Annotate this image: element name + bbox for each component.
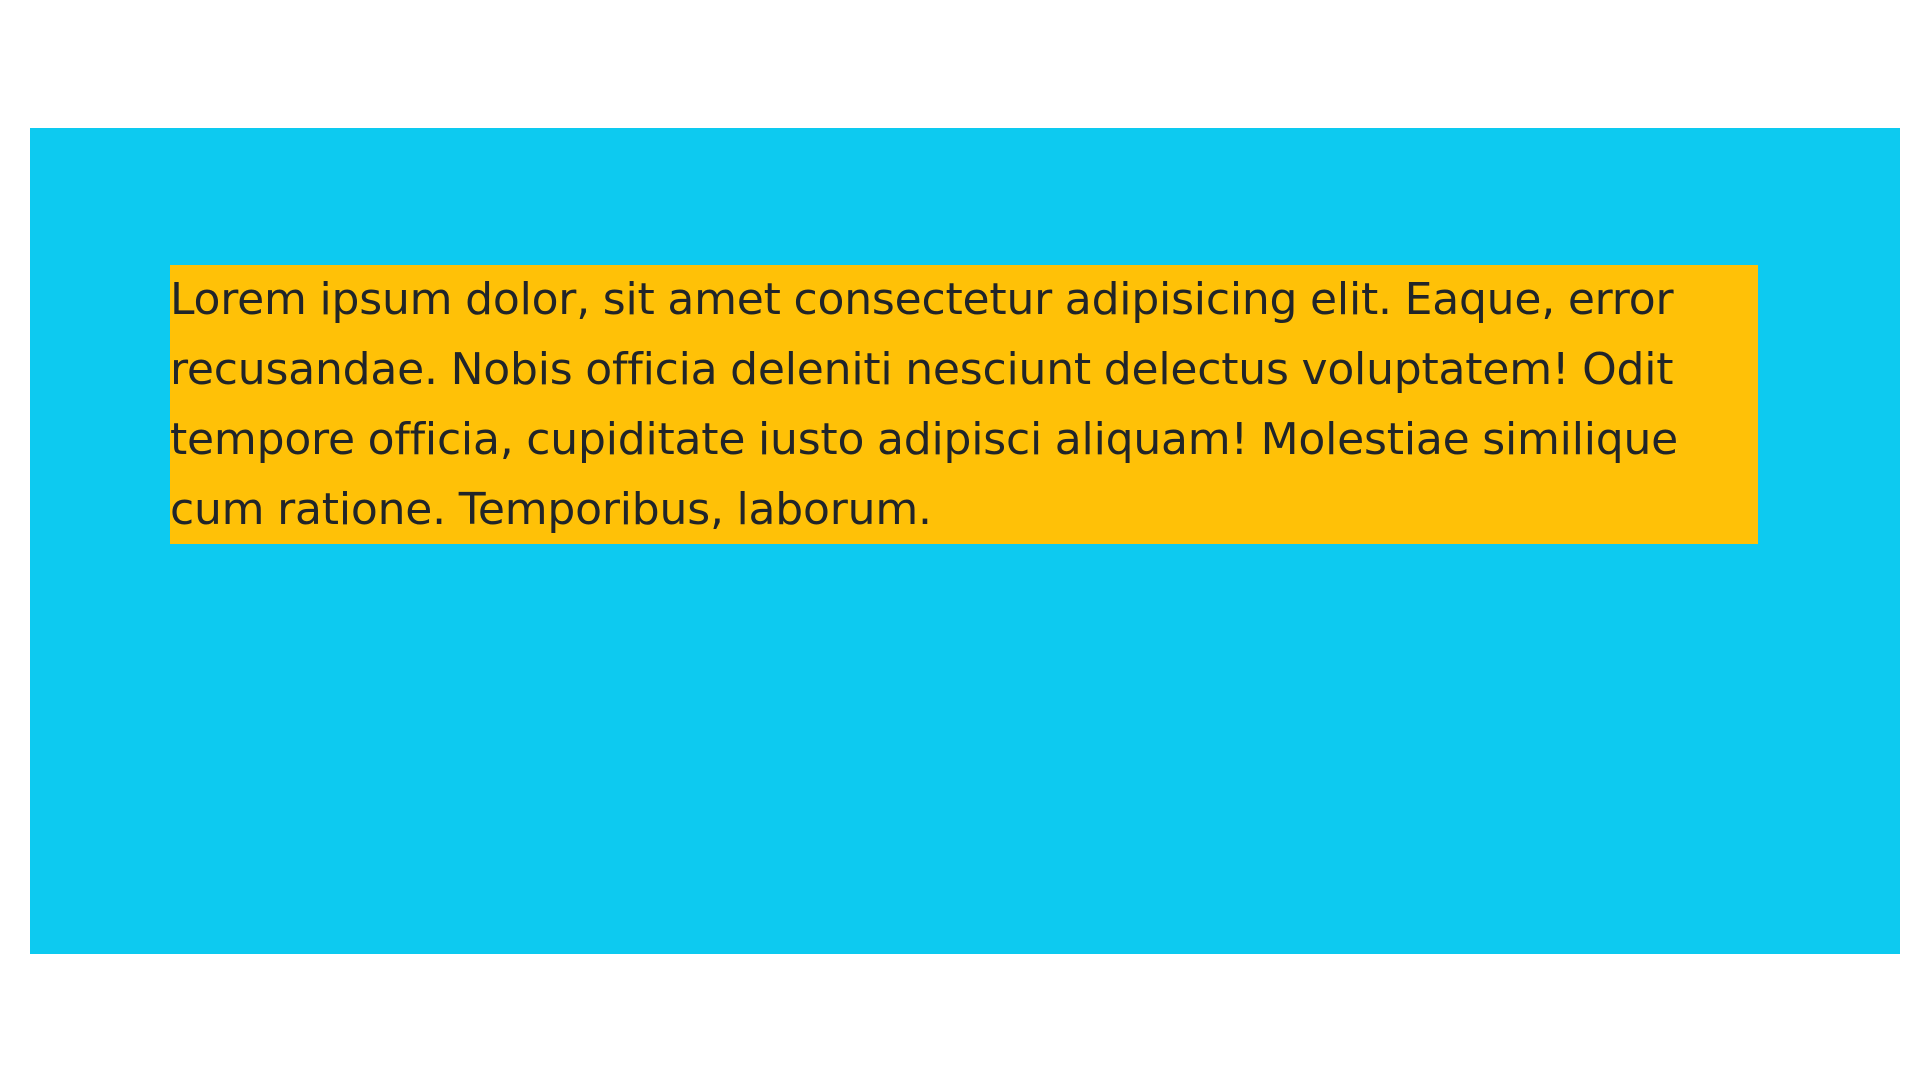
outer-cyan-container: Lorem ipsum dolor, sit amet consectetur … — [30, 128, 1900, 954]
inner-yellow-content-box: Lorem ipsum dolor, sit amet consectetur … — [170, 265, 1758, 544]
lorem-paragraph: Lorem ipsum dolor, sit amet consectetur … — [170, 274, 1679, 535]
